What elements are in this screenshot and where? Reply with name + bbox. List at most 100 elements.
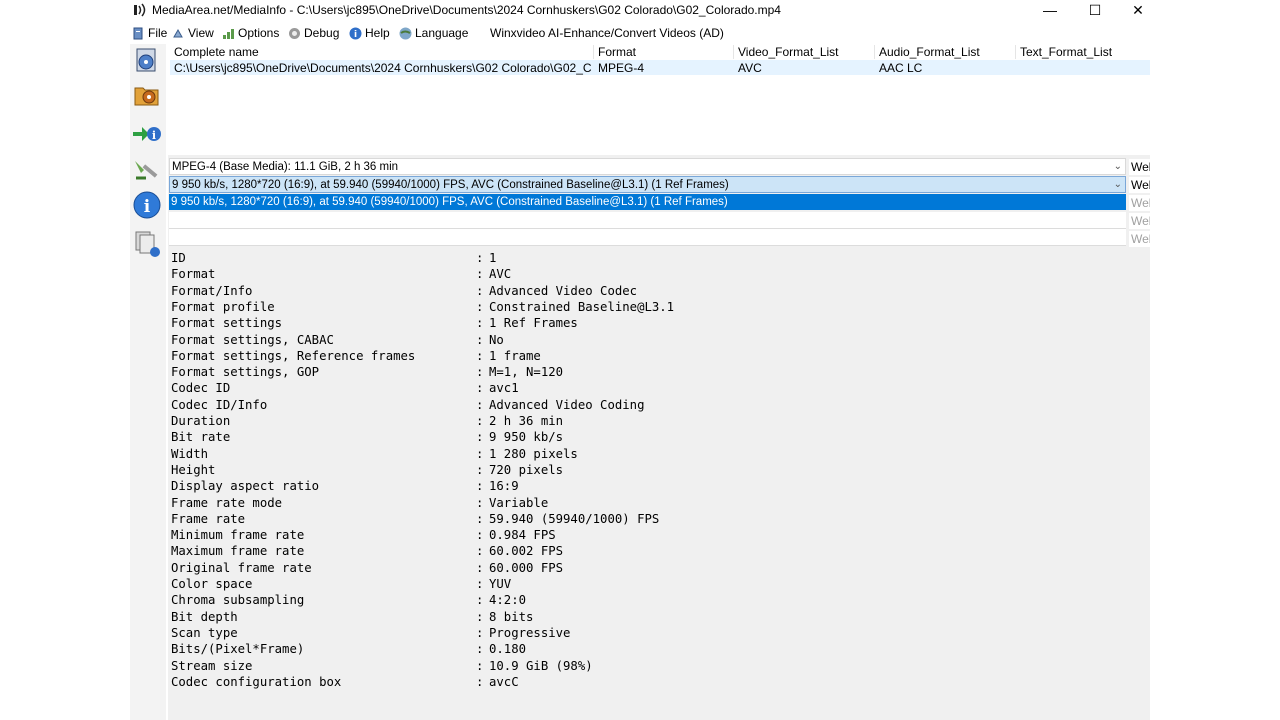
list-view-icon[interactable] <box>132 228 162 258</box>
detail-key: Codec ID <box>171 381 231 396</box>
detail-key: Format settings, GOP <box>171 365 320 380</box>
detail-value: No <box>489 332 504 347</box>
column-text-format-list[interactable]: Text_Format_List <box>1015 45 1112 59</box>
video-stream-combo[interactable]: 9 950 kb/s, 1280*720 (16:9), at 59.940 (… <box>169 176 1126 193</box>
detail-value: avc1 <box>489 381 519 396</box>
preferences-icon[interactable] <box>132 156 162 186</box>
menu-language[interactable]: Language <box>399 25 468 41</box>
detail-key: Maximum frame rate <box>171 544 305 559</box>
about-icon[interactable]: i <box>132 190 162 220</box>
detail-separator: : <box>476 674 484 689</box>
web-link[interactable]: Web <box>1129 213 1150 229</box>
detail-key: Format settings, Reference frames <box>171 348 416 363</box>
help-icon: i <box>349 27 362 40</box>
menu-debug[interactable]: Debug <box>288 25 339 41</box>
detail-key: Width <box>171 446 209 461</box>
file-icon <box>133 27 143 39</box>
detail-separator: : <box>476 609 484 624</box>
web-link[interactable]: Web <box>1129 231 1150 247</box>
web-link[interactable]: Web <box>1129 177 1150 193</box>
detail-key: Duration <box>171 414 231 428</box>
menu-file[interactable]: File <box>132 25 167 41</box>
detail-separator: : <box>476 625 484 640</box>
minimize-button[interactable]: — <box>1028 0 1072 22</box>
svg-text:i: i <box>354 30 357 40</box>
column-audio-format-list[interactable]: Audio_Format_List <box>874 45 980 59</box>
chevron-down-icon: ⌄ <box>1113 161 1122 172</box>
title-bar[interactable]: MediaArea.net/MediaInfo - C:\Users\jc895… <box>130 0 1150 22</box>
detail-separator: : <box>476 251 484 265</box>
video-stream-option-selected[interactable]: 9 950 kb/s, 1280*720 (16:9), at 59.940 (… <box>169 194 1126 210</box>
detail-separator: : <box>476 658 484 673</box>
maximize-button[interactable]: ☐ <box>1073 0 1117 22</box>
detail-value: Progressive <box>489 625 571 640</box>
detail-separator: : <box>476 511 484 526</box>
menu-debug-label: Debug <box>304 26 340 40</box>
svg-text:i: i <box>152 129 156 142</box>
detail-key: Scan type <box>171 625 238 640</box>
empty-stream-combo[interactable] <box>169 212 1126 229</box>
detail-separator: : <box>476 430 484 445</box>
detail-separator: : <box>476 528 484 543</box>
stream-panel: MPEG-4 (Base Media): 11.1 GiB, 2 h 36 mi… <box>168 155 1150 720</box>
detail-value: 8 bits <box>489 609 534 624</box>
detail-value: 0.984 FPS <box>489 528 556 543</box>
detail-separator: : <box>476 316 484 331</box>
web-link[interactable]: Web <box>1129 195 1150 211</box>
menu-help-label: Help <box>365 26 390 40</box>
detail-key: Format settings, CABAC <box>171 332 334 347</box>
detail-separator: : <box>476 593 484 608</box>
detail-key: Codec configuration box <box>171 674 342 689</box>
menu-help[interactable]: i Help <box>349 25 390 41</box>
view-icon <box>173 28 183 37</box>
file-list-header: Complete name Format Video_Format_List A… <box>170 44 1150 61</box>
mediainfo-window: MediaArea.net/MediaInfo - C:\Users\jc895… <box>130 0 1150 720</box>
detail-value: 0.180 <box>489 642 527 657</box>
detail-key: Original frame rate <box>171 560 312 575</box>
open-folder-icon[interactable] <box>132 80 162 110</box>
web-link[interactable]: Web <box>1129 159 1150 175</box>
detail-value: YUV <box>489 577 512 591</box>
detail-key: Color space <box>171 577 253 591</box>
menu-bar: File View Options Debug i Help Language … <box>130 23 1150 43</box>
empty-stream-combo[interactable] <box>169 229 1126 246</box>
detail-separator: : <box>476 642 484 657</box>
detail-key: ID <box>171 251 186 265</box>
menu-options[interactable]: Options <box>222 25 279 41</box>
menu-winxvideo[interactable]: Winxvideo AI-Enhance/Convert Videos (AD) <box>490 25 724 41</box>
detail-key: Minimum frame rate <box>171 528 305 543</box>
detail-value: M=1, N=120 <box>489 365 564 380</box>
detail-separator: : <box>476 267 484 282</box>
menu-winxvideo-label: Winxvideo AI-Enhance/Convert Videos (AD) <box>490 26 724 40</box>
general-stream-text: MPEG-4 (Base Media): 11.1 GiB, 2 h 36 mi… <box>172 161 399 173</box>
cell-video-format-list: AVC <box>738 61 762 75</box>
detail-value: 1 frame <box>489 348 541 363</box>
general-stream-combo[interactable]: MPEG-4 (Base Media): 11.1 GiB, 2 h 36 mi… <box>169 158 1126 175</box>
detail-key: Display aspect ratio <box>171 479 320 494</box>
detail-value: 2 h 36 min <box>489 414 564 428</box>
cell-audio-format-list: AAC LC <box>879 61 923 75</box>
detail-separator: : <box>476 479 484 494</box>
detail-value: 60.002 FPS <box>489 544 564 559</box>
detail-key: Frame rate mode <box>171 495 283 510</box>
video-stream-text: 9 950 kb/s, 1280*720 (16:9), at 59.940 (… <box>172 179 729 191</box>
close-button[interactable]: ✕ <box>1116 0 1150 22</box>
detail-value: 1 Ref Frames <box>489 316 578 331</box>
detail-key: Height <box>171 462 216 477</box>
detail-separator: : <box>476 462 484 477</box>
column-video-format-list[interactable]: Video_Format_List <box>733 45 839 59</box>
detail-separator: : <box>476 577 484 591</box>
detail-separator: : <box>476 560 484 575</box>
detail-value: Advanced Video Codec <box>489 283 638 298</box>
detail-separator: : <box>476 365 484 380</box>
detail-key: Codec ID/Info <box>171 397 268 412</box>
export-icon[interactable]: i <box>132 120 162 150</box>
details-scrollbar[interactable] <box>1146 254 1150 720</box>
file-list-row[interactable]: C:\Users\jc895\OneDrive\Documents\2024 C… <box>170 60 1150 75</box>
detail-key: Bit rate <box>171 430 231 445</box>
open-file-icon[interactable] <box>132 46 162 76</box>
column-format[interactable]: Format <box>593 45 636 59</box>
detail-key: Bit depth <box>171 609 238 624</box>
menu-view[interactable]: View <box>172 25 214 41</box>
column-complete-name[interactable]: Complete name <box>170 45 259 59</box>
